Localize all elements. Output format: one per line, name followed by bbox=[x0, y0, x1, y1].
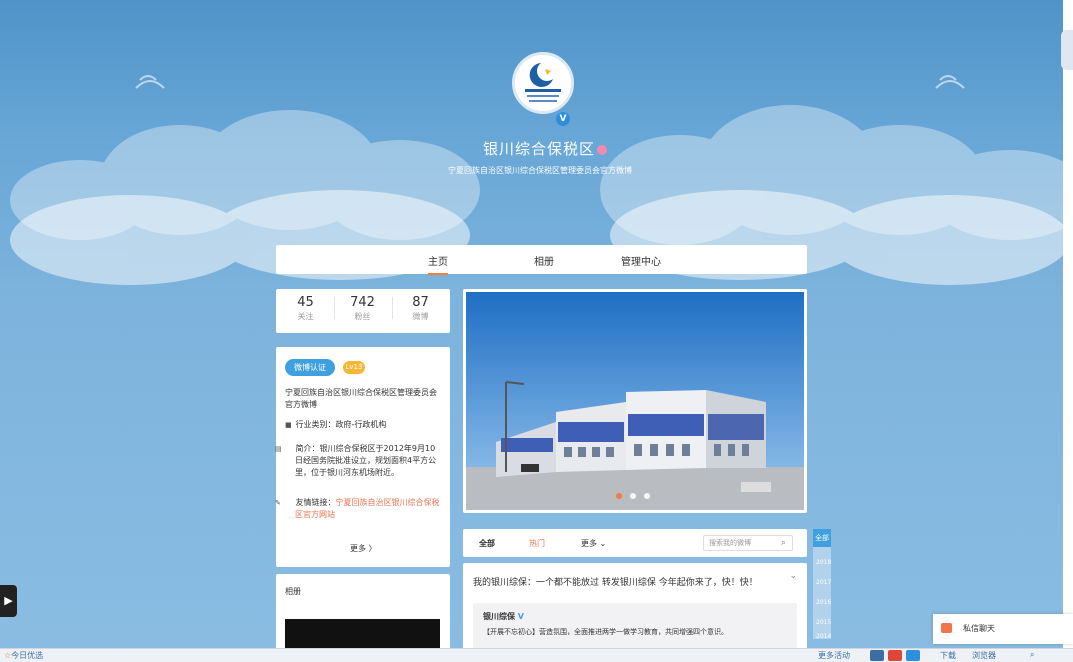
timeline-nav: 全部 2018 2017 2016 2015 2014 bbox=[813, 529, 831, 640]
intro-line: ▤ 简介：银川综合保税区于2012年9月10日经国务院批准设立，规划面积4平方公… bbox=[275, 443, 440, 479]
banner-carousel[interactable] bbox=[463, 289, 807, 513]
tab-management[interactable]: 管理中心 bbox=[621, 253, 661, 268]
quoted-author[interactable]: 银川综保 V bbox=[483, 611, 524, 622]
feed-tab-more-label: 更多 bbox=[581, 539, 597, 548]
timeline-year[interactable]: 2015 bbox=[816, 619, 831, 626]
feed-tab-all[interactable]: 全部 bbox=[479, 538, 495, 549]
page-scroll-edge bbox=[1063, 0, 1073, 662]
chat-label: 私信聊天 bbox=[963, 624, 995, 633]
browser-status-bar: ☆今日优选 更多活动 下载 浏览器 ⌕ bbox=[0, 648, 1073, 662]
feed-filter-bar: 全部 热门 更多 ⌄ 搜索我的微博 ⌕ bbox=[463, 529, 807, 557]
timeline-head[interactable]: 全部 bbox=[813, 529, 831, 547]
stat-posts-label: 微博 bbox=[412, 312, 429, 321]
side-collapse-handle[interactable]: ▶ bbox=[0, 585, 17, 617]
message-icon bbox=[941, 623, 952, 633]
stat-following-count: 45 bbox=[297, 295, 314, 310]
chat-popup[interactable]: 私信聊天 bbox=[933, 614, 1073, 644]
friend-link-label: 友情链接： bbox=[295, 498, 336, 507]
timeline-year[interactable]: 2016 bbox=[816, 599, 831, 606]
more-info-link[interactable]: 更多 〉 bbox=[350, 543, 377, 554]
industry-line: ■ 行业类别：政府-行政机构 bbox=[285, 419, 440, 431]
tab-home[interactable]: 主页 bbox=[428, 253, 448, 275]
timeline-year[interactable]: 2017 bbox=[816, 579, 831, 586]
today-picks-label: 今日优选 bbox=[11, 651, 44, 660]
status-download[interactable]: 下载 bbox=[940, 650, 956, 661]
tab-album[interactable]: 相册 bbox=[534, 253, 554, 268]
stat-fans-count: 742 bbox=[350, 295, 375, 310]
side-float-tab[interactable] bbox=[1061, 30, 1073, 70]
browser-icon[interactable] bbox=[870, 650, 884, 661]
stats-card: 45 关注 742 粉丝 87 微博 bbox=[276, 289, 450, 333]
quoted-text: 【开展不忘初心】营造氛围，全面推进两学一做学习教育，共同增强四个意识。 bbox=[483, 628, 728, 636]
timeline-year[interactable]: 2014 bbox=[816, 633, 831, 640]
stat-following-label: 关注 bbox=[297, 312, 314, 321]
verified-icon: V bbox=[517, 612, 524, 621]
timeline-year[interactable]: 2018 bbox=[816, 559, 831, 566]
app-icon[interactable] bbox=[906, 650, 920, 661]
link-icon: ✎ bbox=[275, 499, 281, 507]
feed-tab-hot[interactable]: 热门 bbox=[529, 538, 545, 549]
profile-info-card: 微博认证 Lv13 宁夏回族自治区银川综合保税区管理委员会官方微博 ■ 行业类别… bbox=[275, 347, 450, 567]
carousel-dot-3[interactable] bbox=[644, 493, 650, 499]
album-card: 相册 bbox=[276, 574, 450, 654]
quoted-author-name: 银川综保 bbox=[483, 612, 515, 621]
carousel-dot-1[interactable] bbox=[616, 493, 622, 499]
intro-icon: ▤ bbox=[275, 445, 282, 453]
zoom-icon[interactable]: ⌕ bbox=[1030, 650, 1034, 660]
repost-text: 我的银川综保：一个都不能放过 转发银川综保 今年起你来了，快！快！ bbox=[473, 575, 758, 588]
industry-text: 行业类别：政府-行政机构 bbox=[295, 420, 387, 429]
stat-following[interactable]: 45 关注 bbox=[278, 295, 333, 322]
verified-description: 宁夏回族自治区银川综合保税区管理委员会官方微博 bbox=[285, 388, 437, 409]
repost-content: 我的银川综保：一个都不能放过 转发银川综保 今年起你来了，快！快！ bbox=[473, 578, 758, 588]
quoted-post[interactable]: 银川综保 V 【开展不忘初心】营造氛围，全面推进两学一做学习教育，共同增强四个意… bbox=[473, 603, 797, 653]
intro-text: 简介：银川综合保税区于2012年9月10日经国务院批准设立，规划面积4平方公里，… bbox=[295, 444, 437, 477]
zone-logo-icon bbox=[515, 55, 571, 111]
feed-search-input[interactable]: 搜索我的微博 bbox=[703, 535, 793, 551]
industry-icon: ■ bbox=[285, 421, 292, 429]
feed-post: 我的银川综保：一个都不能放过 转发银川综保 今年起你来了，快！快！ ⌄ 银川综保… bbox=[463, 563, 807, 653]
profile-tab-bar: 主页 相册 管理中心 bbox=[276, 245, 807, 275]
verified-icon: V bbox=[556, 112, 570, 126]
carousel-dots bbox=[616, 489, 658, 502]
stat-posts-count: 87 bbox=[412, 295, 429, 310]
profile-description: 宁夏回族自治区银川综合保税区管理委员会官方微博 bbox=[448, 166, 632, 175]
album-title: 相册 bbox=[285, 587, 301, 596]
banner-image[interactable] bbox=[466, 292, 804, 510]
building-photo bbox=[466, 292, 804, 510]
stat-fans[interactable]: 742 粉丝 bbox=[335, 295, 390, 322]
app-icon[interactable] bbox=[888, 650, 902, 661]
status-browser[interactable]: 浏览器 bbox=[972, 650, 996, 661]
today-picks-link[interactable]: ☆今日优选 bbox=[4, 650, 43, 661]
stat-fans-label: 粉丝 bbox=[354, 312, 371, 321]
chevron-down-icon[interactable]: ⌄ bbox=[789, 571, 797, 581]
verified-badge[interactable]: 微博认证 bbox=[285, 359, 335, 376]
carousel-dot-2[interactable] bbox=[630, 493, 636, 499]
feed-tab-more[interactable]: 更多 ⌄ bbox=[581, 538, 606, 549]
friend-link-line: ✎ 友情链接：宁夏回族自治区银川综合保税区官方网站 bbox=[275, 497, 440, 521]
avatar[interactable] bbox=[512, 52, 574, 114]
profile-name: 银川综合保税区 bbox=[470, 138, 620, 159]
stat-posts[interactable]: 87 微博 bbox=[393, 295, 448, 322]
search-icon[interactable]: ⌕ bbox=[781, 538, 786, 548]
chevron-down-icon: ⌄ bbox=[599, 539, 607, 548]
member-badge-icon bbox=[597, 144, 607, 155]
status-activity[interactable]: 更多活动 bbox=[818, 650, 850, 661]
profile-name-text: 银川综合保税区 bbox=[482, 140, 595, 158]
level-badge[interactable]: Lv13 bbox=[343, 361, 365, 374]
